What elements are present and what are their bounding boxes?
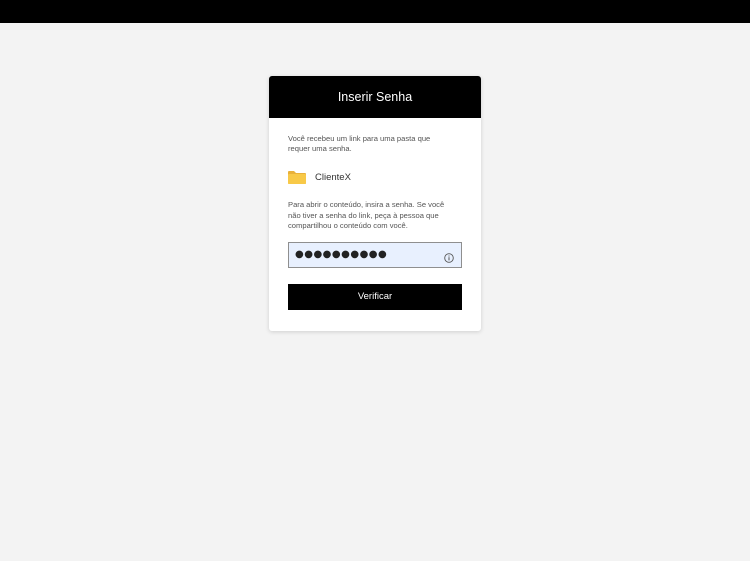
password-dialog: Inserir Senha Você recebeu um link para … [269, 76, 481, 331]
dialog-body: Você recebeu um link para uma pasta que … [269, 118, 481, 310]
password-input[interactable] [295, 244, 435, 265]
top-bar [0, 0, 750, 23]
instructions-text: Para abrir o conteúdo, insira a senha. S… [288, 200, 445, 230]
shared-folder: ClienteX [288, 169, 462, 185]
folder-name: ClienteX [315, 171, 351, 183]
dialog-header: Inserir Senha [269, 76, 481, 118]
verify-button[interactable]: Verificar [288, 283, 462, 310]
info-icon[interactable] [444, 250, 454, 263]
dialog-title: Inserir Senha [337, 90, 413, 104]
password-field[interactable] [288, 241, 462, 268]
folder-icon [288, 170, 306, 184]
intro-text: Você recebeu um link para uma pasta que … [288, 134, 431, 153]
